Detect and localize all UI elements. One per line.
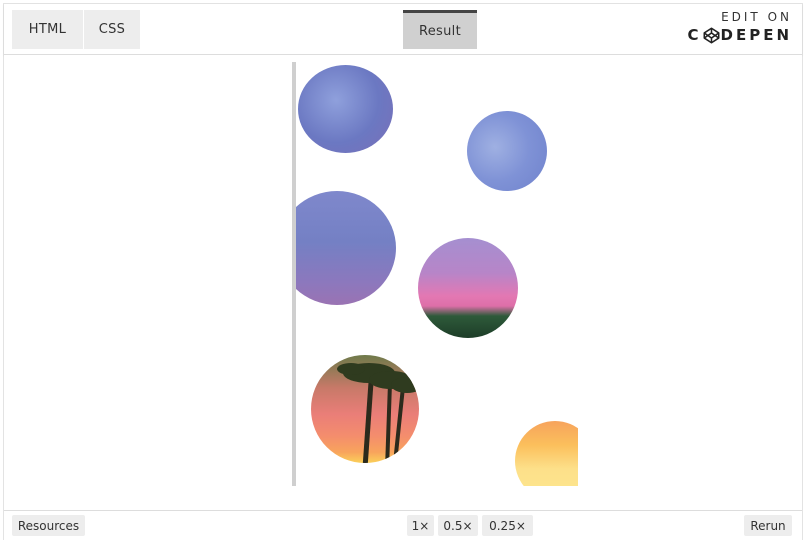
- top-toolbar: HTML CSS Result EDIT ON C DEPEN: [4, 4, 802, 55]
- bottom-toolbar: Resources 1× 0.5× 0.25× Rerun: [4, 510, 802, 540]
- sky-circle-2: [467, 111, 547, 191]
- palm-trunks-overlay: [311, 355, 419, 463]
- sky-circle-3: [296, 191, 396, 305]
- tab-css[interactable]: CSS: [84, 10, 140, 49]
- zoom-1x-button[interactable]: 1×: [407, 515, 434, 536]
- rerun-button[interactable]: Rerun: [744, 515, 792, 536]
- zoom-0-25x-button[interactable]: 0.25×: [482, 515, 533, 536]
- tab-result[interactable]: Result: [403, 10, 477, 49]
- edit-on-label: EDIT ON: [721, 10, 792, 24]
- palm-circle-pink: [418, 238, 518, 338]
- tab-html[interactable]: HTML: [12, 10, 83, 49]
- codepen-wordmark-left: C: [687, 26, 702, 44]
- sky-circle-yellow: [515, 421, 578, 486]
- codepen-wordmark-right: DEPEN: [720, 26, 792, 44]
- zoom-0-5x-button[interactable]: 0.5×: [438, 515, 478, 536]
- codepen-logo-icon: [703, 27, 719, 44]
- sky-circle-1: [298, 65, 393, 153]
- resources-button[interactable]: Resources: [12, 515, 85, 536]
- codepen-embed: HTML CSS Result EDIT ON C DEPEN Resource…: [3, 3, 803, 540]
- edit-on-codepen-link[interactable]: EDIT ON C DEPEN: [687, 11, 792, 44]
- result-preview: [4, 55, 802, 507]
- circles-container: [296, 55, 578, 486]
- codepen-wordmark: C DEPEN: [687, 27, 792, 44]
